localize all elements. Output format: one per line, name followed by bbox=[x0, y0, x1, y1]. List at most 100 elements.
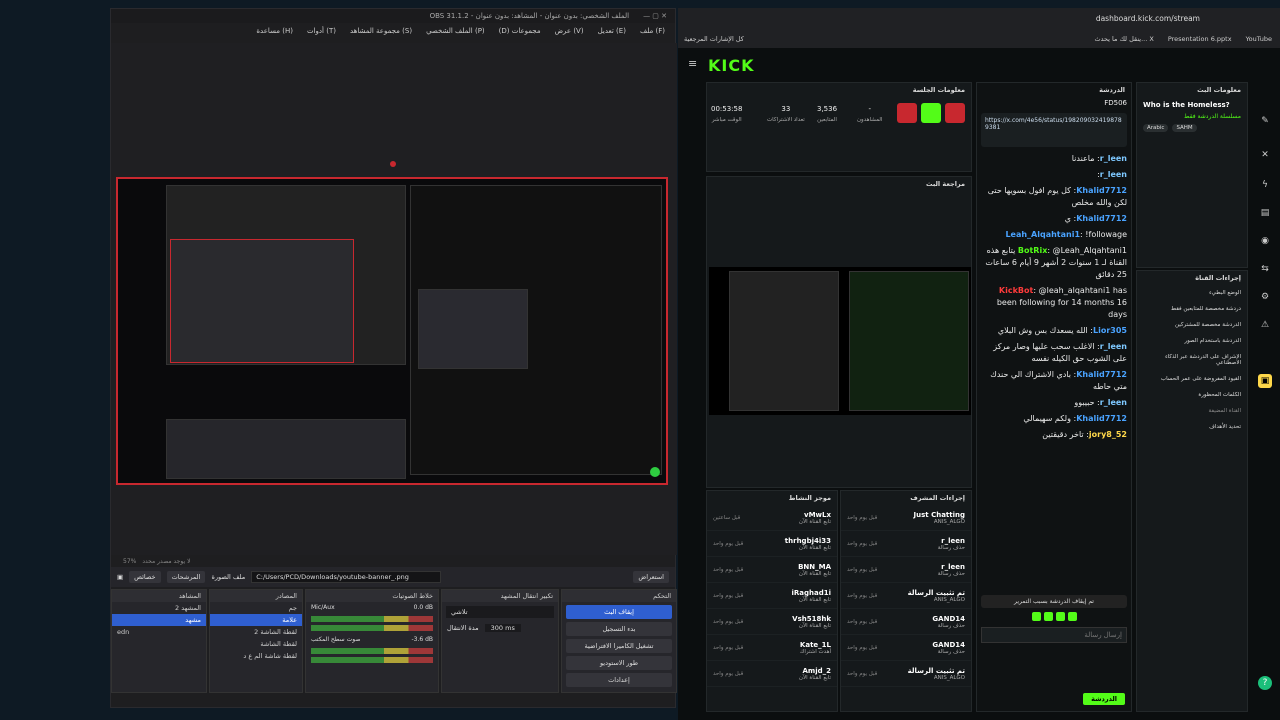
feed-name[interactable]: iRaghad1i bbox=[791, 589, 831, 597]
emote-icon[interactable] bbox=[1055, 612, 1065, 621]
setting-item[interactable]: الوضع البطيء bbox=[1137, 285, 1247, 301]
scene-item[interactable]: edn bbox=[112, 626, 206, 638]
tag-chip[interactable]: Arabic bbox=[1143, 124, 1169, 132]
feed-name[interactable]: Vsh518hk bbox=[792, 615, 831, 623]
chat-user[interactable]: r_leen bbox=[1100, 398, 1127, 407]
promo-icon[interactable]: ▣ bbox=[1258, 374, 1272, 388]
mod-name[interactable]: r_leen bbox=[938, 563, 965, 571]
chat-user[interactable]: KickBot bbox=[999, 286, 1033, 295]
mod-name[interactable]: تم تثبيت الرسالة bbox=[908, 667, 965, 675]
chat-paused-banner[interactable]: تم إيقاف الدردشة بسبب التمرير bbox=[981, 595, 1127, 608]
chat-user[interactable]: r_leen bbox=[1100, 342, 1127, 351]
chat-icon[interactable]: ◉ bbox=[1258, 234, 1272, 248]
bookmark-item[interactable]: Presentation 6.pptx bbox=[1168, 35, 1232, 43]
emote-icon[interactable] bbox=[1067, 612, 1077, 621]
filters-button[interactable]: المرشحات bbox=[166, 571, 206, 583]
toggle-badge[interactable] bbox=[921, 103, 941, 123]
stop-stream-button[interactable]: إيقاف البث bbox=[566, 605, 672, 619]
browse-button[interactable]: استعراض bbox=[633, 571, 669, 583]
swap-icon[interactable]: ⇆ bbox=[1258, 262, 1272, 276]
menu-tools[interactable]: أدوات (T) bbox=[307, 27, 336, 41]
pinned-user[interactable]: FD506 bbox=[977, 97, 1131, 109]
chat-user[interactable]: Leah_Alqahtani1 bbox=[1005, 230, 1080, 239]
source-item[interactable]: علامة bbox=[210, 614, 302, 626]
setting-item[interactable]: القناة المضيفة bbox=[1137, 403, 1247, 419]
studio-mode-button[interactable]: طور الاستوديو bbox=[566, 656, 672, 670]
volume-slider[interactable] bbox=[311, 657, 433, 663]
setting-item[interactable]: تحديد الأهداف bbox=[1137, 419, 1247, 435]
properties-button[interactable]: خصائص bbox=[129, 571, 161, 583]
menu-scene-collection[interactable]: مجموعة المشاهد (S) bbox=[350, 27, 412, 41]
setting-item[interactable]: الإشراف على الدردشة عبر الذكاء الاصطناعي bbox=[1137, 349, 1247, 371]
feed-name[interactable]: Kate_1L bbox=[800, 641, 831, 649]
start-recording-button[interactable]: بدء التسجيل bbox=[566, 622, 672, 636]
edit-icon[interactable]: ✎ bbox=[1258, 114, 1272, 128]
rotate-handle-icon[interactable] bbox=[390, 161, 396, 167]
setting-item[interactable]: القيود المفروضة على عمر الحساب bbox=[1137, 371, 1247, 387]
bookmark-item[interactable]: YouTube bbox=[1246, 35, 1272, 43]
chat-user[interactable]: Lior305 bbox=[1093, 326, 1127, 335]
toggle-badge[interactable] bbox=[897, 103, 917, 123]
feed-name[interactable]: Amjd_2 bbox=[799, 667, 832, 675]
pinned-message[interactable]: https://x.com/4e56/status/19820903241987… bbox=[981, 113, 1127, 147]
obs-preview[interactable] bbox=[116, 161, 668, 485]
obs-canvas[interactable] bbox=[111, 43, 677, 555]
settings-icon[interactable]: ⚙ bbox=[1258, 290, 1272, 304]
mod-name[interactable]: GAND14 bbox=[932, 641, 965, 649]
chat-input[interactable] bbox=[981, 627, 1127, 643]
mod-name[interactable]: r_leen bbox=[938, 537, 965, 545]
menu-docks[interactable]: (D) مجموعات bbox=[499, 27, 541, 41]
bookmark-item[interactable]: ينقل لك ما يحدث... X bbox=[1094, 35, 1153, 43]
duration-input[interactable]: 300 ms bbox=[484, 624, 521, 632]
chat-user[interactable]: Khalid7712 bbox=[1076, 414, 1127, 423]
emote-icon[interactable] bbox=[1043, 612, 1053, 621]
menu-file[interactable]: ملف (F) bbox=[640, 27, 665, 41]
feed-name[interactable]: BNN_MA bbox=[798, 563, 831, 571]
mod-name[interactable]: تم تثبيت الرسالة bbox=[908, 589, 965, 597]
stream-video[interactable] bbox=[709, 267, 971, 415]
zoom-level[interactable]: 57% bbox=[123, 558, 136, 565]
help-icon[interactable]: ? bbox=[1258, 676, 1272, 690]
feed-name[interactable]: vMwLx bbox=[799, 511, 831, 519]
tag-chip[interactable]: SAHM bbox=[1172, 124, 1197, 132]
alert-icon[interactable]: ⚠ bbox=[1258, 318, 1272, 332]
stream-category[interactable]: مسلسلة الدردشة فقط bbox=[1137, 113, 1247, 120]
address-bar[interactable]: dashboard.kick.com/stream bbox=[1096, 14, 1200, 23]
chat-user[interactable]: r_leen bbox=[1100, 154, 1127, 163]
volume-slider[interactable] bbox=[311, 625, 433, 631]
chat-user[interactable]: r_leen bbox=[1100, 170, 1127, 179]
emote-icon[interactable] bbox=[1031, 612, 1041, 621]
setting-item[interactable]: الكلمات المحظورة bbox=[1137, 387, 1247, 403]
toggle-badge[interactable] bbox=[945, 103, 965, 123]
setting-item[interactable]: الدردشة مخصصة للمشتركين bbox=[1137, 317, 1247, 333]
chat-user[interactable]: jory8_52 bbox=[1089, 430, 1127, 439]
menu-edit[interactable]: تعديل (E) bbox=[598, 27, 626, 41]
source-item[interactable]: لقطة الشاشة 2 bbox=[210, 626, 302, 638]
menu-profile[interactable]: الملف الشخصي (P) bbox=[426, 27, 485, 41]
source-item[interactable]: لقطة شاشة الم ع د bbox=[210, 650, 302, 662]
source-item[interactable]: لقطة الشاشة bbox=[210, 638, 302, 650]
chat-user[interactable]: Khalid7712 bbox=[1076, 214, 1127, 223]
menu-icon[interactable]: ≡ bbox=[688, 57, 697, 70]
virtual-camera-button[interactable]: تشغيل الكاميرا الافتراضية bbox=[566, 639, 672, 653]
kick-logo[interactable]: KICK bbox=[708, 56, 755, 75]
mod-name[interactable]: GAND14 bbox=[932, 615, 965, 623]
tools-icon[interactable]: ✕ bbox=[1258, 148, 1272, 162]
settings-button[interactable]: إعدادات bbox=[566, 673, 672, 687]
mod-name[interactable]: Just Chatting bbox=[914, 511, 965, 519]
menu-view[interactable]: عرض (V) bbox=[555, 27, 584, 41]
all-bookmarks[interactable]: كل الإشارات المرجعية bbox=[678, 35, 744, 43]
chat-send-button[interactable]: الدردشة bbox=[1083, 693, 1125, 705]
source-item[interactable]: جم bbox=[210, 602, 302, 614]
window-controls[interactable]: — ▢ ✕ bbox=[643, 12, 667, 20]
chat-user[interactable]: BotRix bbox=[1018, 246, 1047, 255]
setting-item[interactable]: الدردشة باستخدام الصور bbox=[1137, 333, 1247, 349]
chat-user[interactable]: Khalid7712 bbox=[1076, 370, 1127, 379]
bolt-icon[interactable]: ϟ bbox=[1258, 178, 1272, 192]
doc-icon[interactable]: ▤ bbox=[1258, 206, 1272, 220]
transition-type-select[interactable]: تلاشي bbox=[446, 606, 554, 618]
scene-item[interactable]: مشهد bbox=[112, 614, 206, 626]
menu-help[interactable]: مساعدة (H) bbox=[256, 27, 293, 41]
setting-item[interactable]: دردشة مخصصة للمتابعين فقط bbox=[1137, 301, 1247, 317]
image-path-field[interactable]: C:/Users/PCD/Downloads/youtube-banner_.p… bbox=[251, 571, 442, 583]
